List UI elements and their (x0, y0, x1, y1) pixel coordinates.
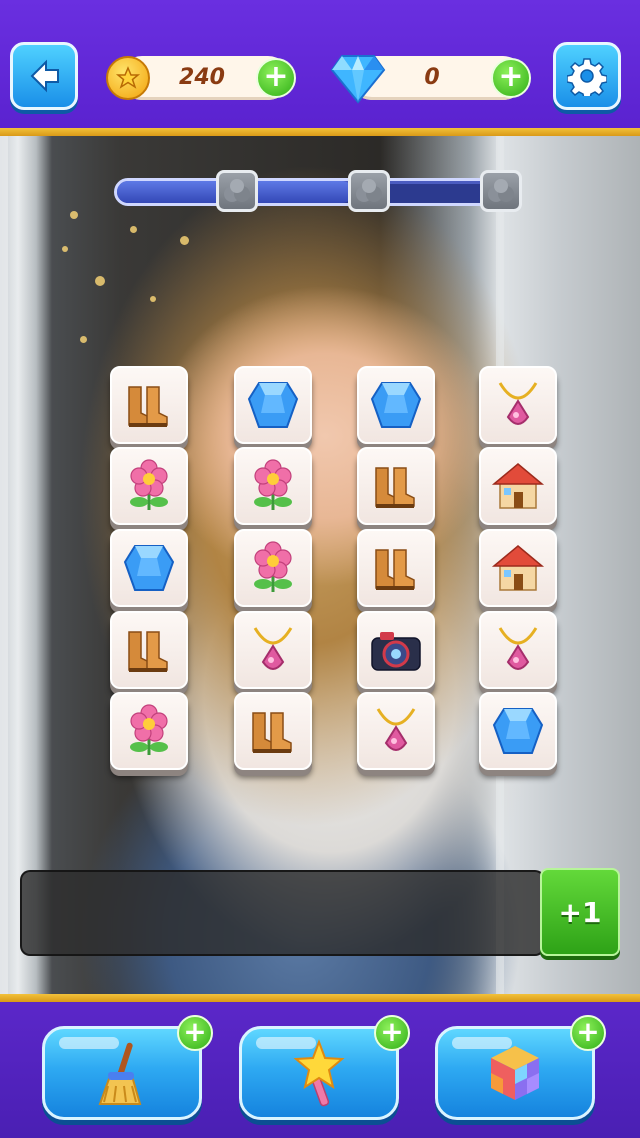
bokeh-light (150, 296, 156, 302)
boot-icon (375, 467, 415, 508)
tile-gem[interactable] (110, 529, 188, 607)
back-arrow-icon (30, 59, 59, 93)
gem-icon (247, 382, 299, 428)
settings-button[interactable] (553, 42, 621, 110)
top-bar (0, 0, 640, 132)
back-button[interactable] (10, 42, 78, 110)
tile-flower[interactable] (234, 529, 312, 607)
tile-necklace[interactable] (357, 692, 435, 770)
tile-gem[interactable] (357, 366, 435, 444)
cube-icon (491, 1046, 539, 1100)
tile-necklace[interactable] (234, 611, 312, 689)
boot-icon (375, 549, 415, 590)
add-broom-button[interactable]: + (177, 1015, 213, 1051)
door-frame-left (0, 136, 8, 998)
bokeh-light (80, 336, 87, 343)
bokeh-light (62, 246, 68, 252)
tile-house[interactable] (479, 529, 557, 607)
tile-gem[interactable] (234, 366, 312, 444)
bokeh-light (70, 211, 78, 219)
necklace-icon (253, 627, 293, 670)
camera-icon (371, 632, 421, 671)
bokeh-light (130, 226, 137, 233)
tile-necklace[interactable] (479, 611, 557, 689)
extra-slot-button[interactable]: +1 (540, 868, 620, 956)
tile-gem[interactable] (479, 692, 557, 770)
add-cube-button[interactable]: + (570, 1015, 606, 1051)
add-wand-button[interactable]: + (374, 1015, 410, 1051)
progress-star-slot-2 (348, 170, 390, 212)
tile-slot-tray (20, 870, 545, 956)
tile-camera[interactable] (357, 611, 435, 689)
broom-booster-button[interactable]: + (42, 1015, 213, 1120)
tile-boot[interactable] (357, 447, 435, 525)
broom-icon (98, 1042, 142, 1105)
wand-booster-button[interactable]: + (239, 1015, 410, 1120)
tile-boot[interactable] (110, 366, 188, 444)
flower-icon (254, 541, 292, 592)
gem-amount: 0 (424, 65, 440, 90)
coin-icon (106, 56, 150, 100)
level-progress-bar (114, 178, 514, 206)
tile-boot[interactable] (234, 692, 312, 770)
flower-icon (130, 704, 168, 755)
flower-icon (130, 459, 168, 510)
add-gems-button[interactable]: + (491, 58, 531, 98)
cube-booster-button[interactable]: + (435, 1015, 606, 1120)
gem-icon (370, 382, 422, 428)
progress-star-slot-3 (480, 170, 522, 212)
tile-house[interactable] (479, 447, 557, 525)
bokeh-light (95, 276, 105, 286)
house-icon (491, 545, 545, 591)
necklace-icon (498, 627, 538, 670)
coin-amount: 240 (179, 65, 225, 90)
necklace-icon (498, 382, 538, 425)
add-coins-button[interactable]: + (256, 58, 296, 98)
locked-star-icon (356, 179, 382, 202)
boot-icon (128, 631, 168, 672)
bottom-bar-gold-border (0, 994, 640, 1002)
gear-icon (567, 58, 607, 96)
tile-boot[interactable] (110, 611, 188, 689)
locked-star-icon (488, 179, 514, 202)
house-icon (491, 463, 545, 509)
tile-necklace[interactable] (479, 366, 557, 444)
tile-flower[interactable] (234, 447, 312, 525)
star-wand-icon (293, 1039, 345, 1107)
tile-flower[interactable] (110, 447, 188, 525)
flower-icon (254, 459, 292, 510)
tile-boot[interactable] (357, 529, 435, 607)
diamond-icon (330, 55, 386, 104)
progress-star-slot-1 (216, 170, 258, 212)
tile-flower[interactable] (110, 692, 188, 770)
top-bar-gold-border (0, 128, 640, 136)
locked-star-icon (224, 179, 250, 202)
boot-icon (252, 712, 292, 753)
gem-icon (492, 708, 544, 754)
necklace-icon (376, 708, 416, 751)
boot-icon (128, 386, 168, 427)
gem-icon (123, 545, 175, 591)
bokeh-light (180, 236, 189, 245)
